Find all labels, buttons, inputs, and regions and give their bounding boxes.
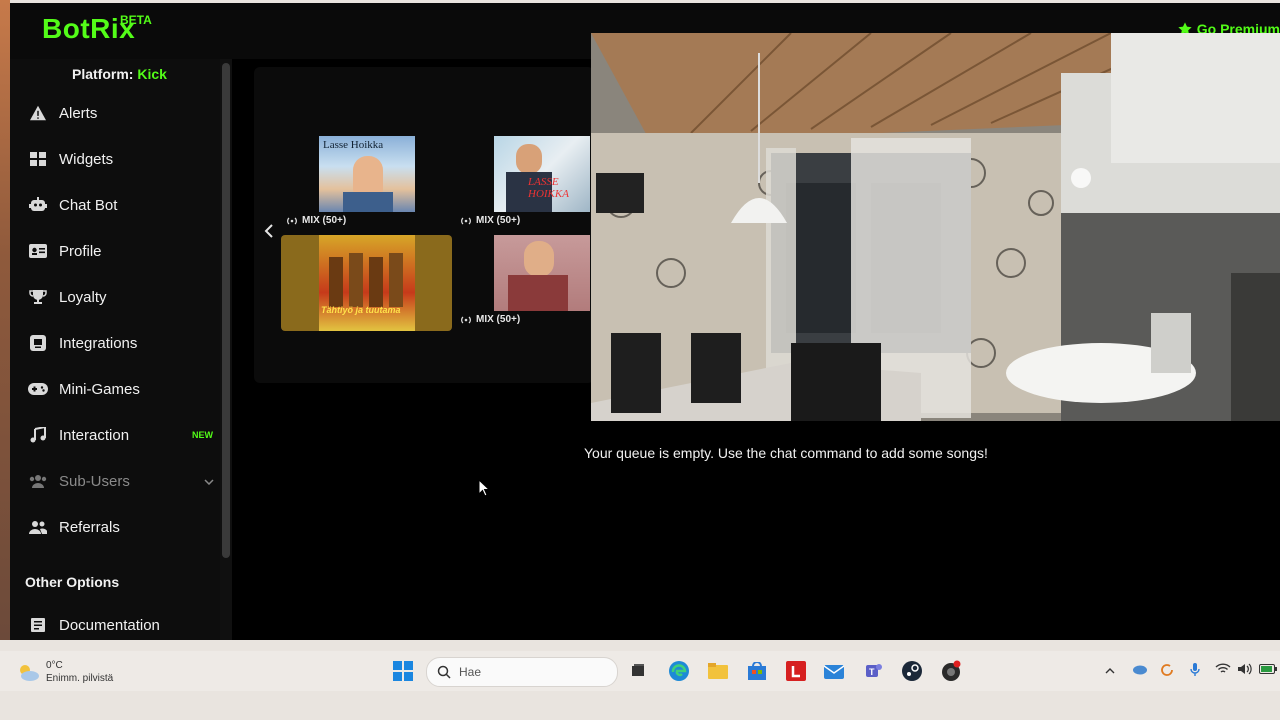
radio-wave-icon [287,217,297,224]
warning-icon [28,103,48,123]
users-icon [28,471,48,491]
sidebar-item-label: Chat Bot [59,196,118,214]
user-group-icon [28,517,48,537]
sidebar-item-alerts[interactable]: Alerts [10,93,224,133]
teams-icon[interactable]: T [862,660,884,682]
music-icon [28,425,48,445]
other-options-heading: Other Options [25,574,120,590]
album-art[interactable]: LASSE HOIKKA [494,136,590,212]
album-art-text: Tähtiyö ja tuutama [321,305,401,315]
screen-bottom-margin [0,691,1280,720]
robot-icon [28,195,48,215]
sidebar-item-label: Widgets [59,150,114,168]
weather-widget[interactable]: 0°C Enimm. pilvistä [16,659,113,685]
kitchen-camera-image [591,33,1280,421]
cloud-sun-icon [20,665,39,681]
search-placeholder: Hae [459,665,482,679]
album-caption-label: MIX (50+) [476,314,521,325]
grid-icon [28,149,48,169]
wifi-icon[interactable] [1215,663,1231,678]
album-caption-label: MIX (50+) [302,215,347,226]
carousel-prev-button[interactable] [264,224,274,243]
windows-taskbar: 0°C Enimm. pilvistä Hae T [0,651,1280,691]
document-icon [28,615,48,635]
radio-wave-icon [461,316,471,323]
sidebar-item-label: Loyalty [59,288,107,306]
id-card-icon [28,241,48,261]
sidebar-scrollbar[interactable] [222,63,230,558]
album-art-text: LASSE HOIKKA [528,176,569,200]
sidebar-item-label: Referrals [59,518,120,536]
sidebar: Platform: Kick Alerts Widgets Chat Bot P… [10,59,224,640]
edge-browser-icon[interactable] [668,660,690,682]
webcam-video [591,33,1280,421]
sidebar-item-label: Alerts [59,104,98,122]
microphone-icon[interactable] [1190,663,1200,680]
volume-icon[interactable] [1237,663,1253,678]
sidebar-item-label: Mini-Games [59,380,140,398]
chevron-left-icon [264,224,273,238]
beta-badge: BETA [120,13,152,27]
sidebar-item-sub-users[interactable]: Sub-Users [10,461,224,501]
integration-icon [28,333,48,353]
chevron-up-icon[interactable] [1105,663,1115,677]
radio-wave-icon [461,217,471,224]
svg-text:T: T [869,667,875,677]
steam-icon[interactable] [901,660,923,682]
sidebar-item-mini-games[interactable]: Mini-Games [10,369,224,409]
sidebar-item-interaction[interactable]: Interaction NEW [10,415,224,455]
sidebar-item-chat-bot[interactable]: Chat Bot [10,185,224,225]
gamepad-icon [28,379,48,399]
cloud-sync-icon[interactable] [1132,663,1148,678]
album-art[interactable]: Lasse Hoikka [319,136,415,212]
chevron-down-icon[interactable] [204,474,214,488]
platform-label: Platform: [72,66,134,82]
windows-start-icon[interactable] [392,660,414,682]
temperature: 0°C [46,660,63,671]
album-art[interactable] [494,235,590,311]
sidebar-item-referrals[interactable]: Referrals [10,507,224,547]
battery-icon[interactable] [1259,663,1277,678]
search-icon [437,665,451,679]
queue-empty-message: Your queue is empty. Use the chat comman… [584,445,988,461]
sidebar-item-widgets[interactable]: Widgets [10,139,224,179]
album-art-selected[interactable]: Tähtiyö ja tuutama [281,235,452,331]
album-art-text: Lasse Hoikka [323,139,384,151]
sidebar-item-label: Profile [59,242,102,260]
microsoft-store-icon[interactable] [746,660,768,682]
l-app-icon[interactable] [785,660,807,682]
sidebar-item-profile[interactable]: Profile [10,231,224,271]
sidebar-item-documentation[interactable]: Documentation [10,605,224,640]
new-badge: NEW [192,430,213,440]
sidebar-item-label: Interaction [59,426,130,444]
album-caption-label: MIX (50+) [476,215,521,226]
file-explorer-icon[interactable] [707,660,729,682]
refresh-icon[interactable] [1160,663,1174,680]
platform-indicator: Platform: Kick [72,66,167,82]
recording-app-icon[interactable] [940,660,962,682]
sidebar-item-label: Sub-Users [59,472,130,490]
mouse-cursor-icon [478,478,491,502]
weather-description: Enimm. pilvistä [46,673,114,684]
taskbar-search-input[interactable]: Hae [426,657,618,687]
mail-app-icon[interactable] [823,660,845,682]
sidebar-item-integrations[interactable]: Integrations [10,323,224,363]
sidebar-item-loyalty[interactable]: Loyalty [10,277,224,317]
browser-window: BotRix BETA Go Premium Platform: Kick Al… [10,3,1280,640]
sidebar-item-label: Integrations [59,334,138,352]
album-caption: MIX (50+) [460,314,520,325]
trophy-icon [28,287,48,307]
task-view-icon[interactable] [627,660,649,682]
sidebar-item-label: Documentation [59,616,160,634]
album-caption: MIX (50+) [460,215,520,226]
platform-value: Kick [137,66,167,82]
desktop-background [0,0,10,640]
album-caption: MIX (50+) [286,215,346,226]
